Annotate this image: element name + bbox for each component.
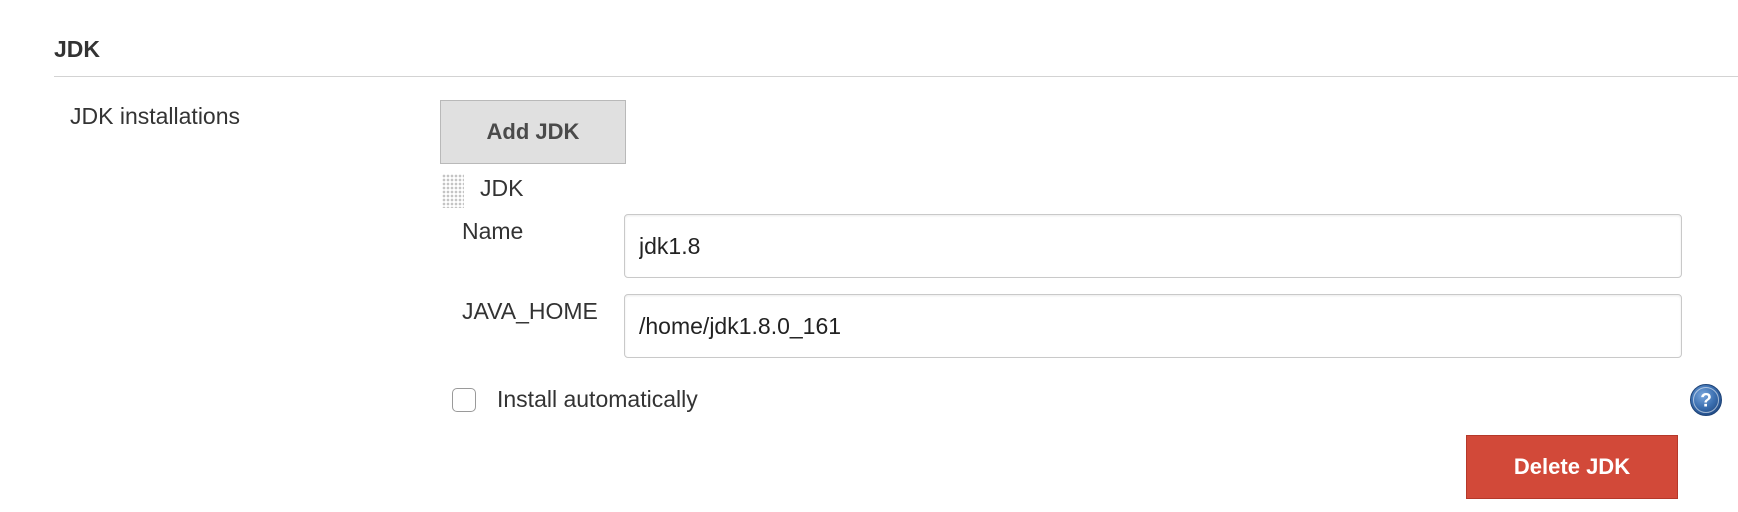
java-home-input[interactable] bbox=[624, 294, 1682, 358]
add-jdk-button[interactable]: Add JDK bbox=[440, 100, 626, 164]
delete-jdk-button[interactable]: Delete JDK bbox=[1466, 435, 1678, 499]
drag-handle-icon[interactable] bbox=[442, 174, 464, 208]
name-label: Name bbox=[462, 218, 524, 244]
install-automatically-label[interactable]: Install automatically bbox=[497, 386, 698, 413]
jdk-installations-label: JDK installations bbox=[70, 103, 241, 129]
install-automatically-checkbox[interactable] bbox=[452, 388, 476, 412]
help-icon[interactable]: ? bbox=[1689, 383, 1723, 417]
jdk-configuration-page: JDK JDK installations Add JDK JDK Name J… bbox=[0, 0, 1738, 512]
name-input[interactable] bbox=[624, 214, 1682, 278]
svg-text:?: ? bbox=[1700, 391, 1712, 412]
jdk-item-title: JDK bbox=[480, 175, 524, 201]
section-header: JDK bbox=[54, 34, 1738, 77]
section-title: JDK bbox=[54, 36, 101, 62]
java-home-label: JAVA_HOME bbox=[462, 298, 598, 324]
